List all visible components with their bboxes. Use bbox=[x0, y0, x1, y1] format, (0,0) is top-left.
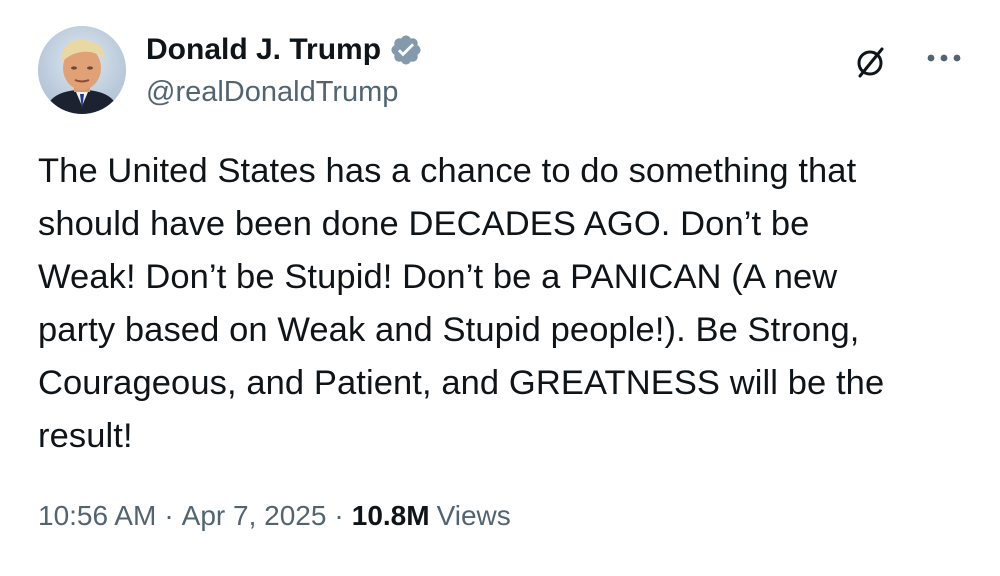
author-name-row: Donald J. Trump bbox=[146, 30, 423, 70]
views-count: 10.8M bbox=[351, 500, 430, 531]
meta-separator: · bbox=[164, 500, 174, 531]
verified-badge-icon[interactable] bbox=[389, 33, 423, 67]
tweet-line: should have been done DECADES AGO. Don’t… bbox=[38, 205, 810, 243]
more-dots-icon[interactable] bbox=[922, 40, 966, 76]
meta-separator: · bbox=[334, 500, 344, 531]
tweet-time[interactable]: 10:56 AM bbox=[38, 500, 156, 532]
tweet-meta: 10:56 AM · Apr 7, 2025 · 10.8M Views bbox=[38, 500, 511, 532]
avatar-image bbox=[38, 26, 126, 114]
author-avatar[interactable] bbox=[38, 26, 126, 114]
tweet-line: The United States has a chance to do som… bbox=[38, 152, 857, 190]
tweet-card: Donald J. Trump @realDonaldTrump The Uni… bbox=[0, 0, 1000, 576]
tweet-line: party based on Weak and Stupid people!).… bbox=[38, 311, 860, 349]
author-display-name[interactable]: Donald J. Trump bbox=[146, 33, 381, 67]
tweet-line: result! bbox=[38, 417, 133, 455]
tweet-line: Courageous, and Patient, and GREATNESS w… bbox=[38, 364, 885, 402]
grok-slash-circle-icon[interactable] bbox=[852, 44, 888, 80]
tweet-line: Weak! Don’t be Stupid! Don’t be a PANICA… bbox=[38, 258, 838, 296]
author-handle[interactable]: @realDonaldTrump bbox=[146, 76, 398, 109]
tweet-date[interactable]: Apr 7, 2025 bbox=[182, 500, 327, 532]
views-label: Views bbox=[436, 500, 511, 531]
tweet-text: The United States has a chance to do som… bbox=[38, 145, 968, 463]
